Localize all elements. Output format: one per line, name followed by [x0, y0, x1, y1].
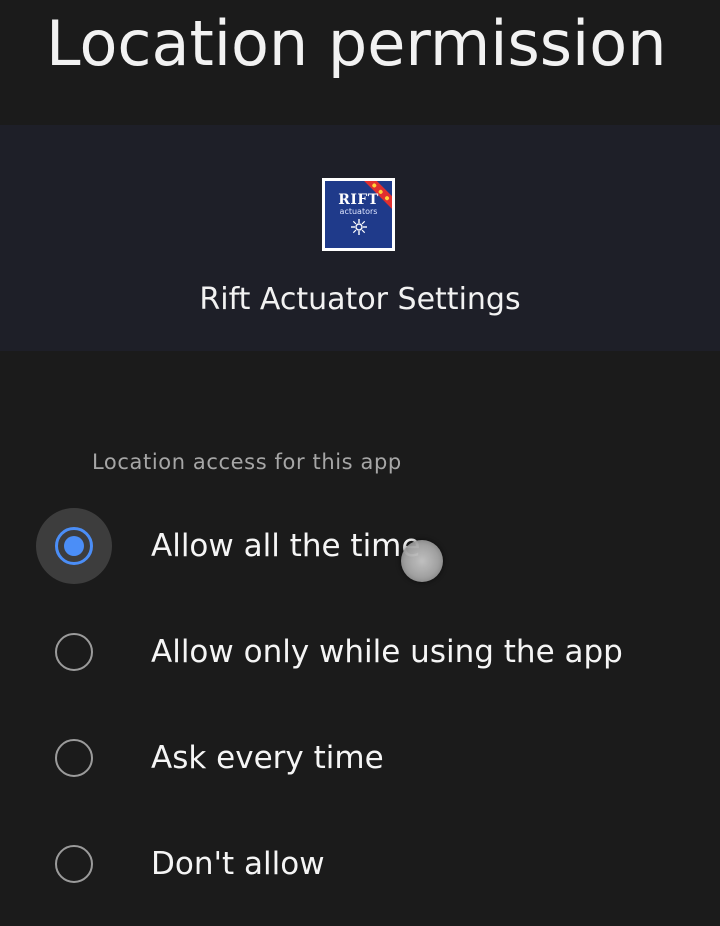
app-icon: RIFT actuators: [322, 178, 395, 251]
option-label: Don't allow: [151, 846, 325, 882]
rift-actuators-logo: RIFT actuators: [325, 181, 392, 248]
option-ask-every-time[interactable]: Ask every time: [0, 706, 720, 810]
radio-wrap: [36, 826, 112, 902]
option-label: Allow all the time: [151, 528, 421, 564]
app-info-card: RIFT actuators Rift Actuator Settings: [0, 125, 720, 351]
radio-ripple: [36, 508, 112, 584]
radio-wrap: [36, 614, 112, 690]
radio-wrap: [36, 720, 112, 796]
app-icon-text-rift: RIFT: [338, 192, 379, 208]
radio-button[interactable]: [55, 633, 93, 671]
section-label: Location access for this app: [92, 450, 402, 474]
option-label: Ask every time: [151, 740, 384, 776]
option-allow-while-using[interactable]: Allow only while using the app: [0, 600, 720, 704]
touch-indicator: [401, 540, 443, 582]
radio-button-checked[interactable]: [55, 527, 93, 565]
option-allow-all-the-time[interactable]: Allow all the time: [0, 494, 720, 598]
option-dont-allow[interactable]: Don't allow: [0, 812, 720, 916]
app-name: Rift Actuator Settings: [199, 282, 521, 317]
actuator-emblem-icon: [351, 219, 367, 235]
app-icon-text-actuators: actuators: [339, 207, 378, 216]
option-label: Allow only while using the app: [151, 634, 623, 670]
header: Location permission: [0, 0, 720, 125]
location-permission-screen: Location permission RIFT actuators Rift …: [0, 0, 720, 926]
radio-button[interactable]: [55, 739, 93, 777]
page-title: Location permission: [46, 7, 667, 80]
radio-button[interactable]: [55, 845, 93, 883]
radio-dot: [64, 536, 84, 556]
